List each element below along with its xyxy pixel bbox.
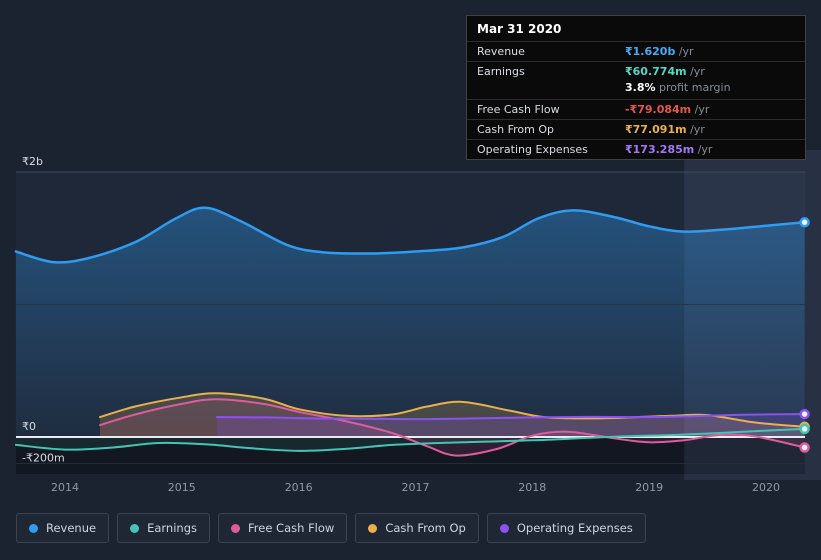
tooltip-row-earnings: Earnings ₹60.774m /yr	[467, 61, 805, 81]
tooltip-row-cash-from-op: Cash From Op ₹77.091m /yr	[467, 119, 805, 139]
tooltip-date: Mar 31 2020	[477, 22, 562, 36]
legend-label: Revenue	[46, 521, 97, 535]
tooltip-suffix: /yr	[686, 65, 705, 78]
chart-legend: Revenue Earnings Free Cash Flow Cash Fro…	[16, 513, 646, 543]
stock-financials-chart-page: ₹2b ₹0 -₹200m 2014 2015 2016 2017 2018 2019 2020 …	[0, 0, 821, 560]
series-endpoint-earnings	[799, 423, 810, 435]
tooltip-suffix: /yr	[675, 45, 694, 58]
tooltip-value: -₹79.084m	[625, 103, 692, 116]
legend-label: Earnings	[147, 521, 197, 535]
tooltip-row-revenue: Revenue ₹1.620b /yr	[467, 41, 805, 61]
revenue-series-dot-icon	[29, 523, 38, 533]
legend-item-operating-expenses[interactable]: Operating Expenses	[486, 513, 646, 543]
tooltip-value: ₹1.620b	[625, 45, 676, 58]
series-endpoint-revenue	[799, 217, 810, 228]
y-axis-label: ₹0	[22, 420, 36, 433]
x-axis-label: 2020	[752, 481, 780, 494]
x-axis-label: 2018	[518, 481, 546, 494]
x-axis-label: 2016	[285, 481, 313, 494]
tooltip-value: ₹173.285m	[625, 143, 695, 156]
tooltip-label: Free Cash Flow	[477, 103, 560, 116]
tooltip-suffix: /yr	[694, 143, 713, 156]
x-axis-label: 2015	[168, 481, 196, 494]
tooltip-label: Cash From Op	[477, 123, 555, 136]
cash-from-op-series-dot-icon	[368, 523, 378, 533]
x-axis-label: 2014	[51, 481, 79, 494]
tooltip-label: Operating Expenses	[477, 143, 588, 156]
tooltip-label: Revenue	[477, 45, 525, 58]
tooltip-value: 3.8%	[625, 81, 656, 94]
x-axis-label: 2019	[635, 481, 663, 494]
legend-item-revenue[interactable]: Revenue	[16, 513, 110, 543]
free-cash-flow-series-dot-icon	[231, 523, 240, 533]
chart-tooltip: Mar 31 2020 Revenue ₹1.620b /yr Earnings…	[466, 15, 806, 160]
tooltip-suffix: /yr	[686, 123, 705, 136]
legend-item-cash-from-op[interactable]: Cash From Op	[355, 513, 479, 543]
tooltip-row-profit-margin: 3.8% profit margin	[467, 81, 805, 99]
tooltip-value: ₹77.091m	[625, 123, 687, 136]
tooltip-label: Earnings	[477, 65, 525, 78]
legend-label: Cash From Op	[385, 521, 466, 535]
series-endpoint-free-cash-flow	[799, 442, 810, 453]
series-endpoint-operating-expenses	[799, 408, 810, 420]
tooltip-value: ₹60.774m	[625, 65, 687, 78]
tooltip-suffix: /yr	[691, 103, 710, 116]
x-axis-label: 2017	[402, 481, 430, 494]
legend-label: Operating Expenses	[516, 521, 633, 535]
operating-expenses-series-dot-icon	[499, 523, 509, 533]
y-axis-label: -₹200m	[22, 452, 65, 465]
earnings-series-dot-icon	[130, 523, 140, 533]
legend-item-free-cash-flow[interactable]: Free Cash Flow	[218, 513, 348, 543]
y-axis-label: ₹2b	[22, 155, 43, 168]
legend-item-earnings[interactable]: Earnings	[117, 513, 210, 543]
legend-label: Free Cash Flow	[248, 521, 335, 535]
tooltip-suffix: profit margin	[655, 81, 731, 94]
tooltip-row-free-cash-flow: Free Cash Flow -₹79.084m /yr	[467, 99, 805, 119]
tooltip-row-operating-expenses: Operating Expenses ₹173.285m /yr	[467, 139, 805, 159]
